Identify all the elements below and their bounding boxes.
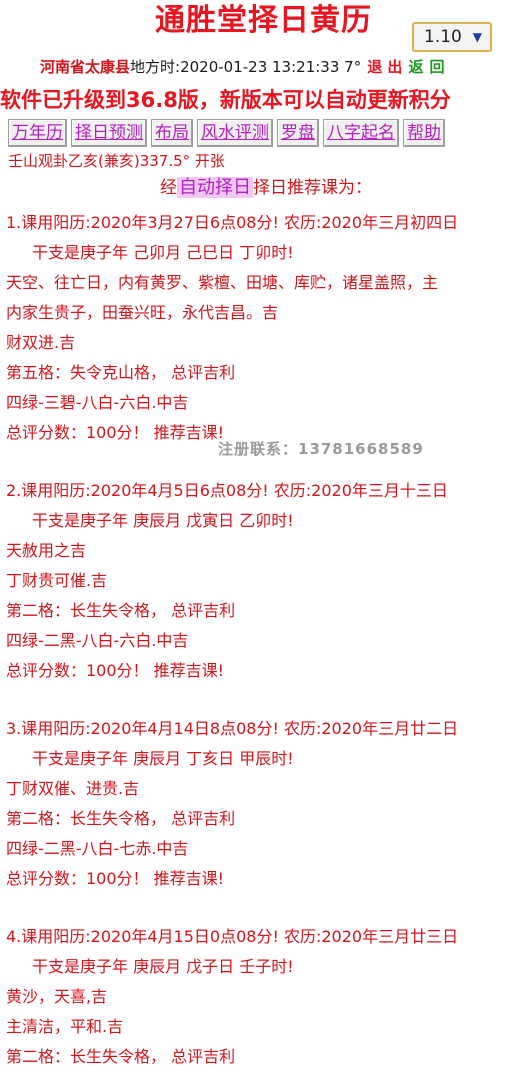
- main-nav: 万年历 择日预测 布局 风水评测 罗盘 八字起名 帮助: [8, 119, 445, 147]
- upgrade-banner: 软件已升级到36.8版，新版本可以自动更新积分: [0, 88, 451, 112]
- nav-help-button[interactable]: 帮助: [403, 119, 445, 147]
- version-select[interactable]: 1.10 ▼: [412, 22, 492, 52]
- result-note: 黄沙，天喜,吉: [6, 987, 108, 1006]
- result-ganzhi: 干支是庚子年 己卯月 己巳日 丁卯时!: [32, 243, 294, 262]
- result-grade: 第二格：长生失令格， 总评吉利: [6, 1047, 236, 1066]
- result-note: 天空、往亡日，内有黄罗、紫檀、田塘、库贮，诸星盖照，主: [6, 273, 439, 292]
- nav-fengshui-button[interactable]: 风水评测: [197, 119, 273, 147]
- result-header: 2.课用阳历:2020年4月5日6点08分! 农历:2020年三月十三日: [6, 481, 448, 500]
- nav-calendar-button[interactable]: 万年历: [8, 119, 67, 147]
- result-note: 丁财双催、进贵.吉: [6, 779, 140, 798]
- result-score: 总评分数：100分！ 推荐吉课!: [6, 869, 225, 888]
- subtitle-suffix: 择日推荐课为：: [253, 178, 372, 198]
- location-time-bar: 河南省太康县地方时:2020-01-23 13:21:33 7° 退 出返回: [40, 57, 444, 77]
- nav-compass-button[interactable]: 罗盘: [277, 119, 319, 147]
- chevron-down-icon: ▼: [472, 30, 482, 44]
- nav-naming-button[interactable]: 八字起名: [323, 119, 399, 147]
- result-note: 主清洁，平和.吉: [6, 1017, 124, 1036]
- result-ganzhi: 干支是庚子年 庚辰月 戊寅日 乙卯时!: [32, 511, 294, 530]
- result-header: 4.课用阳历:2020年4月15日0点08分! 农历:2020年三月廿三日: [6, 927, 459, 946]
- subtitle-prefix: 经: [160, 178, 177, 198]
- results-list: 1.课用阳历:2020年3月27日6点08分! 农历:2020年三月初四日 干支…: [6, 208, 527, 1072]
- result-note: 天赦用之吉: [6, 541, 87, 560]
- exit-link[interactable]: 退 出: [367, 58, 402, 76]
- result-grade: 第二格：长生失令格， 总评吉利: [6, 601, 236, 620]
- result-star: 四绿-二黑-八白-六白.中吉: [6, 631, 189, 650]
- result-score: 总评分数：100分！ 推荐吉课!: [6, 661, 225, 680]
- back-link[interactable]: 返: [408, 58, 423, 76]
- result-header: 3.课用阳历:2020年4月14日8点08分! 农历:2020年三月廿二日: [6, 719, 459, 738]
- return-link[interactable]: 回: [429, 58, 444, 76]
- mountain-direction-text: 壬山观卦乙亥(兼亥)337.5° 开张: [8, 152, 225, 170]
- result-ganzhi: 干支是庚子年 庚辰月 戊子日 壬子时!: [32, 957, 294, 976]
- auto-select-link[interactable]: 自动择日: [177, 177, 253, 198]
- local-time-text: 地方时:2020-01-23 13:21:33 7°: [130, 58, 362, 76]
- registration-watermark: 注册联系：13781668589: [218, 440, 424, 458]
- nav-layout-button[interactable]: 布局: [151, 119, 193, 147]
- result-grade: 第五格：失令克山格， 总评吉利: [6, 363, 236, 382]
- result-star: 四绿-三碧-八白-六白.中吉: [6, 393, 189, 412]
- result-grade: 第二格：长生失令格， 总评吉利: [6, 809, 236, 828]
- result-ganzhi: 干支是庚子年 庚辰月 丁亥日 甲辰时!: [32, 749, 294, 768]
- nav-date-selection-button[interactable]: 择日预测: [71, 119, 147, 147]
- result-header: 1.课用阳历:2020年3月27日6点08分! 农历:2020年三月初四日: [6, 213, 459, 232]
- location-text: 河南省太康县: [40, 58, 131, 76]
- result-note: 财双进.吉: [6, 333, 76, 352]
- recommendation-heading: 经自动择日 择日推荐课为：: [160, 175, 372, 201]
- version-value: 1.10: [424, 27, 462, 47]
- result-star: 四绿-二黑-八白-七赤.中吉: [6, 839, 189, 858]
- result-note: 内家生贵子，田蚕兴旺，永代吉昌。吉: [6, 303, 279, 322]
- result-note: 丁财贵可催.吉: [6, 571, 108, 590]
